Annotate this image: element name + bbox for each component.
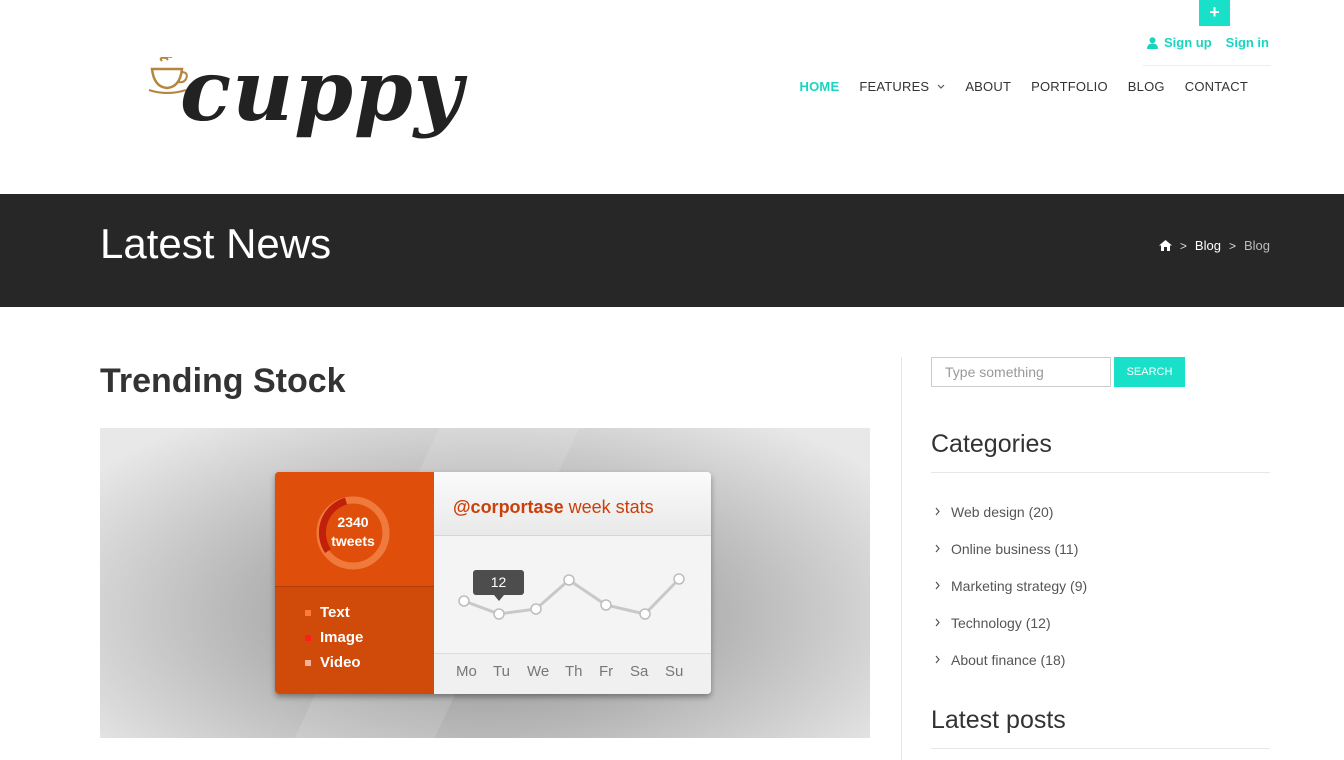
- category-item[interactable]: About finance (18): [934, 641, 1087, 678]
- latest-posts-rule: [931, 748, 1270, 749]
- category-item[interactable]: Online business (11): [934, 530, 1087, 567]
- auth-links: Sign up Sign in: [1146, 35, 1269, 50]
- category-label: Online business (11): [951, 540, 1079, 557]
- widget-stats-label: week stats: [568, 497, 654, 517]
- page-banner: Latest News > Blog > Blog: [0, 194, 1344, 307]
- legend-item-image: Image: [305, 625, 363, 650]
- breadcrumb-separator: >: [1228, 238, 1236, 253]
- nav-contact[interactable]: CONTACT: [1185, 79, 1248, 94]
- post-title[interactable]: Trending Stock: [100, 362, 346, 401]
- category-item[interactable]: Technology (12): [934, 604, 1087, 641]
- legend-label: Image: [320, 629, 364, 646]
- day-label: Fr: [599, 663, 614, 680]
- categories-list: Web design (20) Online business (11) Mar…: [934, 493, 1087, 678]
- day-label: Tu: [493, 663, 510, 680]
- day-label: Su: [665, 663, 684, 680]
- nav-features[interactable]: FEATURES: [859, 79, 945, 94]
- legend-label: Text: [320, 604, 350, 621]
- nav-home[interactable]: HOME: [800, 79, 840, 94]
- widget-header: @corportase week stats: [434, 472, 711, 536]
- site-logo[interactable]: cuppy: [148, 41, 463, 155]
- category-item[interactable]: Web design (20): [934, 493, 1087, 530]
- breadcrumb: > Blog > Blog: [1158, 238, 1270, 253]
- chart-point: [673, 573, 685, 585]
- nav-about[interactable]: ABOUT: [965, 79, 1011, 94]
- latest-posts-heading: Latest posts: [931, 706, 1066, 734]
- home-icon[interactable]: [1158, 240, 1172, 251]
- main-nav: HOME FEATURES ABOUT PORTFOLIO BLOG CONTA…: [800, 79, 1248, 94]
- chart-point: [493, 608, 505, 620]
- top-divider: [1143, 65, 1271, 66]
- legend-label: Video: [320, 654, 361, 671]
- nav-portfolio[interactable]: PORTFOLIO: [1031, 79, 1108, 94]
- search-input[interactable]: [931, 357, 1111, 387]
- signup-link[interactable]: Sign up: [1146, 35, 1212, 50]
- widget-heading: @corportase week stats: [453, 497, 654, 518]
- breadcrumb-separator: >: [1179, 238, 1187, 253]
- day-label: Sa: [630, 663, 649, 680]
- category-label: About finance (18): [951, 651, 1066, 668]
- nav-blog[interactable]: BLOG: [1128, 79, 1165, 94]
- signin-link[interactable]: Sign in: [1226, 35, 1269, 50]
- post-featured-image[interactable]: 2340 tweets Text Image Video @corportase…: [100, 428, 870, 738]
- tweets-label: tweets: [331, 533, 375, 549]
- day-label: We: [527, 663, 550, 680]
- chart-point: [530, 603, 542, 615]
- chevron-right-icon: [935, 507, 940, 516]
- category-item[interactable]: Marketing strategy (9): [934, 567, 1087, 604]
- site-header: + Sign up Sign in cuppy HOME FEATURES AB…: [0, 0, 1344, 194]
- categories-rule: [931, 472, 1270, 473]
- chevron-right-icon: [935, 655, 940, 664]
- signup-label: Sign up: [1163, 35, 1212, 50]
- sidebar-divider: [901, 357, 902, 760]
- user-icon: [1146, 36, 1158, 49]
- category-label: Technology (12): [951, 614, 1051, 631]
- tweets-count: 2340 tweets: [314, 513, 392, 551]
- widget-handle: @corportase: [453, 497, 564, 517]
- widget-days-axis: Mo Tu We Th Fr Sa Su: [434, 653, 711, 694]
- legend-swatch: [305, 609, 311, 616]
- chevron-right-icon: [935, 618, 940, 627]
- chart-point: [639, 608, 651, 620]
- chart-point: [563, 574, 575, 586]
- chevron-down-icon: [937, 84, 945, 89]
- breadcrumb-current: Blog: [1243, 238, 1270, 253]
- legend-item-text: Text: [305, 600, 363, 625]
- category-label: Marketing strategy (9): [951, 577, 1088, 594]
- widget-line-chart: 12: [458, 570, 685, 620]
- legend-item-video: Video: [305, 650, 363, 675]
- chart-point: [600, 599, 612, 611]
- plus-button[interactable]: +: [1199, 0, 1230, 26]
- category-label: Web design (20): [951, 503, 1054, 520]
- legend-swatch: [305, 659, 311, 666]
- categories-heading: Categories: [931, 430, 1052, 458]
- day-label: Th: [565, 663, 583, 680]
- breadcrumb-blog[interactable]: Blog: [1195, 238, 1221, 253]
- logo-text: cuppy: [180, 41, 464, 140]
- legend-swatch: [305, 634, 311, 641]
- chevron-right-icon: [935, 581, 940, 590]
- chevron-right-icon: [935, 544, 940, 553]
- search-button[interactable]: SEARCH: [1114, 357, 1185, 387]
- chart-tooltip-value: 12: [491, 574, 507, 590]
- day-label: Mo: [456, 663, 477, 680]
- page-title: Latest News: [100, 220, 332, 267]
- widget-legend: Text Image Video: [305, 600, 363, 675]
- nav-features-label: FEATURES: [859, 79, 930, 94]
- tweets-number: 2340: [337, 514, 369, 530]
- stats-widget-illustration: 2340 tweets Text Image Video @corportase…: [275, 472, 711, 694]
- chart-point: [458, 595, 470, 607]
